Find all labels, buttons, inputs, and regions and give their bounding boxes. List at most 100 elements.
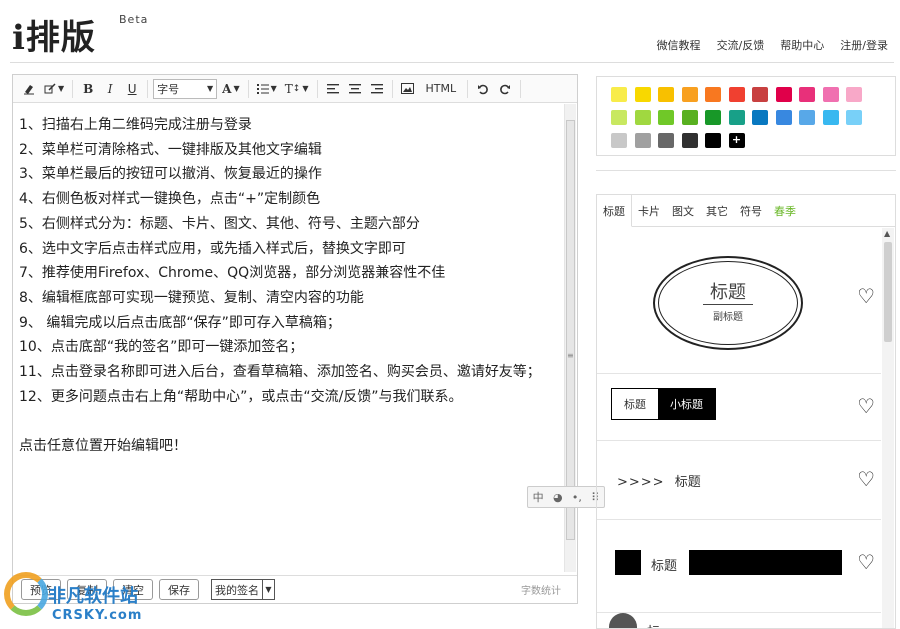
scrollbar-thumb[interactable] <box>884 242 892 342</box>
color-swatch[interactable] <box>611 133 627 148</box>
chevron-down-icon: ▼ <box>58 84 65 93</box>
add-color-button[interactable]: + <box>728 133 745 148</box>
color-swatch[interactable] <box>705 133 721 148</box>
content-line: 8、编辑框底部可实现一键预览、复制、清空内容的功能 <box>19 289 364 306</box>
redo-icon[interactable] <box>495 79 515 99</box>
color-swatch[interactable] <box>634 110 651 125</box>
align-right-icon[interactable] <box>367 79 387 99</box>
toolbar-divider <box>147 79 149 98</box>
content-line: 11、点击登录名称即可进入后台，查看草稿箱、添加签名、购买会员、邀请好友等； <box>19 364 541 381</box>
color-swatch[interactable] <box>658 133 674 148</box>
italic-button[interactable]: I <box>100 79 120 99</box>
content-line: 6、选中文字后点击样式应用，或先插入样式后，替换文字即可 <box>19 240 406 257</box>
style-item[interactable]: 标题 ♡ <box>597 520 881 613</box>
heart-icon[interactable]: ♡ <box>857 394 875 418</box>
signature-select[interactable]: 我的签名 ▼ <box>211 579 275 600</box>
tab-symbol[interactable]: 符号 <box>734 195 768 227</box>
list-icon[interactable]: ▼ <box>254 79 280 99</box>
content-line: 2、菜单栏可清除格式、一键排版及其他文字编辑 <box>19 141 322 158</box>
heart-icon[interactable]: ♡ <box>857 284 875 308</box>
color-swatch[interactable] <box>681 110 698 125</box>
editor-content[interactable]: 1、扫描右上角二维码完成注册与登录 2、菜单栏可清除格式、一键排版及其他文字编辑… <box>19 113 559 459</box>
image-icon[interactable] <box>398 79 418 99</box>
chevron-down-icon: ▼ <box>233 84 240 93</box>
toolbar-divider <box>316 79 318 98</box>
style-item[interactable]: >>>> 标题 ♡ <box>597 441 881 520</box>
color-swatch[interactable] <box>799 110 815 125</box>
tab-title[interactable]: 标题 <box>597 195 632 227</box>
watermark-text: 非凡软件站 <box>48 586 138 607</box>
color-swatch[interactable] <box>822 110 839 125</box>
font-color-button[interactable]: A ▼ <box>219 79 242 99</box>
color-swatch[interactable] <box>728 87 745 102</box>
tab-other[interactable]: 其它 <box>700 195 734 227</box>
font-size-select[interactable]: 字号 ▼ <box>153 78 218 99</box>
style-rule <box>703 304 753 305</box>
color-swatch[interactable] <box>846 87 862 102</box>
moon-icon[interactable]: ◕ <box>553 491 563 504</box>
style-title: 标题 <box>674 475 701 490</box>
tab-image-text[interactable]: 图文 <box>666 195 700 227</box>
style-panel-scrollbar[interactable]: ▲ <box>882 228 894 628</box>
style-item[interactable]: 标题 副标题 ♡ <box>597 228 881 374</box>
color-swatches: + <box>611 87 862 148</box>
input-method-toolbar[interactable]: 中 ◕ •, ⠿ <box>527 486 605 508</box>
eraser-icon[interactable] <box>19 79 39 99</box>
scroll-up-icon[interactable]: ▲ <box>884 229 890 238</box>
save-button[interactable]: 保存 <box>159 579 199 600</box>
toolbar-divider <box>391 79 393 98</box>
style-subtitle: 副标题 <box>713 312 743 323</box>
color-swatch[interactable] <box>728 110 745 125</box>
watermark-logo <box>4 572 48 616</box>
grip-icon: ≡ <box>567 351 574 360</box>
color-swatch[interactable] <box>611 87 627 102</box>
format-brush-icon[interactable]: ▼ <box>41 79 67 99</box>
color-swatch[interactable] <box>799 87 815 102</box>
color-swatch[interactable] <box>658 87 674 102</box>
color-swatch[interactable] <box>681 133 698 148</box>
color-swatch[interactable] <box>658 110 674 125</box>
nav-wechat-tutorial[interactable]: 微信教程 <box>657 37 701 53</box>
punctuation-icon[interactable]: •, <box>572 491 582 504</box>
color-swatch[interactable] <box>775 87 792 102</box>
content-line: 3、菜单栏最后的按钮可以撤消、恢复最近的操作 <box>19 166 322 183</box>
color-swatch[interactable] <box>634 87 651 102</box>
color-swatch[interactable] <box>846 110 862 125</box>
underline-button[interactable]: U <box>122 79 142 99</box>
color-swatch[interactable] <box>681 87 698 102</box>
toolbar-divider <box>72 79 74 98</box>
style-item[interactable]: 标题 小标题 ♡ <box>597 374 881 441</box>
color-swatch[interactable] <box>822 87 839 102</box>
content-line: 点击任意位置开始编辑吧！ <box>19 438 187 455</box>
color-swatch[interactable] <box>634 133 651 148</box>
bold-button[interactable]: B <box>78 79 98 99</box>
tab-card[interactable]: 卡片 <box>632 195 666 227</box>
arrows-icon: >>>> <box>617 475 665 490</box>
watermark: 非凡软件站 CRSKY.com <box>2 570 162 628</box>
line-height-icon[interactable]: T ↕ ▼ <box>282 79 312 99</box>
color-palette: + <box>596 76 896 156</box>
scrollbar-thumb[interactable] <box>566 120 575 540</box>
arrow-title-style: >>>> 标题 <box>617 471 701 490</box>
chevron-down-icon: ▼ <box>302 84 309 93</box>
chinese-mode-icon[interactable]: 中 <box>533 489 544 505</box>
color-swatch[interactable] <box>775 110 792 125</box>
logo-text: i排版 <box>12 18 96 58</box>
nav-help-center[interactable]: 帮助中心 <box>780 37 824 53</box>
align-left-icon[interactable] <box>323 79 343 99</box>
heart-icon[interactable]: ♡ <box>857 550 875 574</box>
nav-register-login[interactable]: 注册/登录 <box>840 37 888 53</box>
heart-icon[interactable]: ♡ <box>857 467 875 491</box>
color-swatch[interactable] <box>752 87 768 102</box>
nav-feedback[interactable]: 交流/反馈 <box>717 37 765 53</box>
logo[interactable]: i排版 Beta <box>12 10 147 59</box>
color-swatch[interactable] <box>705 87 721 102</box>
html-button[interactable]: HTML <box>420 79 463 99</box>
color-swatch[interactable] <box>705 110 721 125</box>
word-count[interactable]: 字数统计 <box>521 582 561 597</box>
undo-icon[interactable] <box>473 79 493 99</box>
tab-spring[interactable]: 春季 <box>768 195 802 227</box>
align-center-icon[interactable] <box>345 79 365 99</box>
color-swatch[interactable] <box>752 110 768 125</box>
color-swatch[interactable] <box>611 110 627 125</box>
